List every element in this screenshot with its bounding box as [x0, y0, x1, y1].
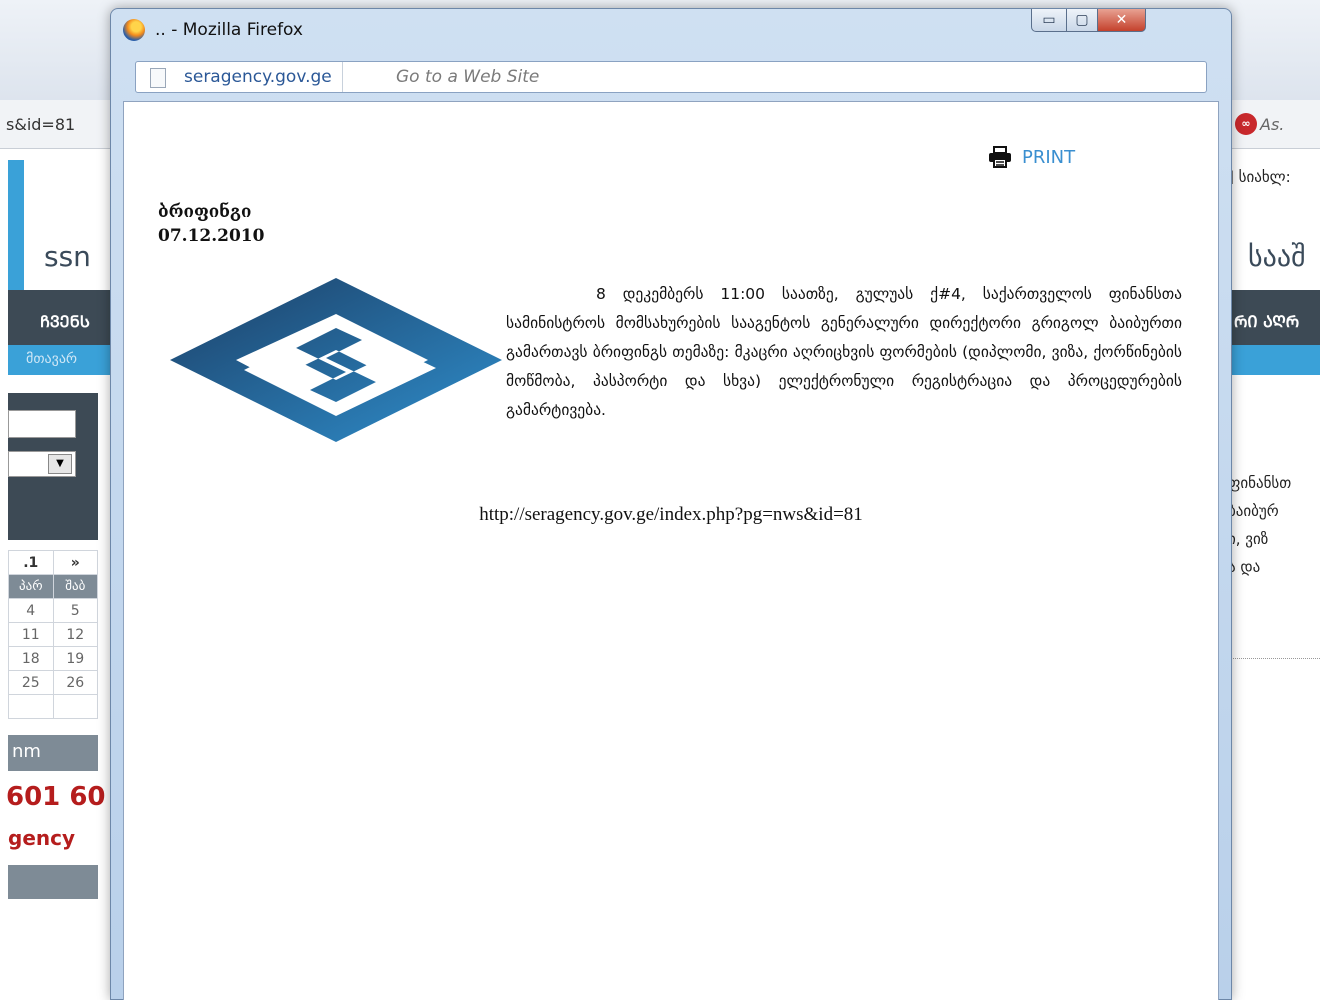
bg-addon-icon[interactable]: ∞ [1235, 113, 1257, 135]
calendar-day[interactable]: 11 [8, 622, 54, 647]
bg-right-line: ფინანსთ [1228, 474, 1292, 492]
firefox-icon [123, 19, 145, 41]
site-identity-button[interactable]: seragency.gov.ge [174, 62, 343, 92]
calendar-day[interactable]: 18 [8, 646, 54, 671]
bg-divider [1228, 658, 1320, 659]
bg-right-line: ბაიბურ [1228, 502, 1279, 520]
bg-right-header: ] სიახლ: [1228, 168, 1291, 186]
article-date: 07.12.2010 [158, 226, 265, 246]
print-label[interactable]: PRINT [1022, 147, 1075, 168]
calendar-day[interactable]: 26 [52, 670, 99, 695]
calendar-next[interactable]: » [52, 550, 99, 575]
article-title: ბრიფინგი [158, 202, 252, 222]
bg-footer-bar [8, 865, 98, 899]
bg-section-bar: nm [8, 735, 98, 771]
chevron-down-icon[interactable]: ▼ [48, 454, 72, 474]
address-input[interactable]: Go to a Web Site [396, 62, 539, 92]
bg-as-text: As. [1260, 115, 1285, 134]
firefox-popup-window: .. - Mozilla Firefox ▭ ▢ ✕ seragency.gov… [110, 8, 1232, 1000]
window-title: .. - Mozilla Firefox [155, 20, 303, 40]
calendar-day[interactable]: 5 [52, 598, 99, 623]
print-link[interactable]: PRINT [988, 146, 1075, 168]
bg-right-line: ა და [1228, 558, 1261, 576]
bg-search-input[interactable] [8, 410, 76, 438]
calendar-day[interactable] [52, 694, 99, 719]
calendar-day[interactable] [8, 694, 54, 719]
minimize-button[interactable]: ▭ [1031, 9, 1067, 32]
close-button[interactable]: ✕ [1097, 9, 1146, 32]
calendar-day[interactable]: 25 [8, 670, 54, 695]
article-text: 8 დეკემბერს 11:00 საათზე, გულუას ქ#4, სა… [506, 285, 1182, 419]
page-content: PRINT ბრიფინგი 07.12.2010 8 დეკემბერს 11… [123, 101, 1219, 1000]
page-icon [150, 68, 166, 88]
bg-breadcrumb-left: მთავარ [8, 345, 112, 375]
printer-icon [989, 146, 1011, 168]
bg-calendar: .1» პარ შაბ 45 11 12 18 19 25 26 [8, 550, 99, 719]
calendar-nav[interactable]: .1 [8, 550, 54, 575]
calendar-header: პარ [8, 574, 54, 599]
calendar-day[interactable]: 19 [52, 646, 99, 671]
bg-menu-left: ᲩᲕᲔᲜᲡ [8, 290, 112, 345]
bg-right-line: ი, ვიზ [1228, 530, 1269, 548]
calendar-header: შაბ [52, 574, 99, 599]
address-bar[interactable]: seragency.gov.ge Go to a Web Site [135, 61, 1207, 93]
bg-right-title: სააშ [1248, 240, 1306, 273]
calendar-day[interactable]: 4 [8, 598, 54, 623]
window-titlebar[interactable]: .. - Mozilla Firefox ▭ ▢ ✕ [111, 9, 1231, 53]
bg-blue-strip [8, 160, 24, 290]
agency-logo [170, 278, 502, 442]
bg-phone-number: 601 60 [6, 782, 106, 812]
bg-menu-right: ᲠᲘ ᲐᲦᲠ [1228, 290, 1320, 345]
maximize-button[interactable]: ▢ [1066, 9, 1098, 32]
bg-agency-label: gency [8, 826, 76, 850]
bg-breadcrumb-right [1228, 345, 1320, 375]
bg-left-title: ssn [44, 240, 91, 273]
bg-url-fragment[interactable]: s&id=81 [6, 115, 75, 134]
calendar-day[interactable]: 12 [52, 622, 99, 647]
article-link[interactable]: http://seragency.gov.ge/index.php?pg=nws… [124, 504, 1218, 526]
